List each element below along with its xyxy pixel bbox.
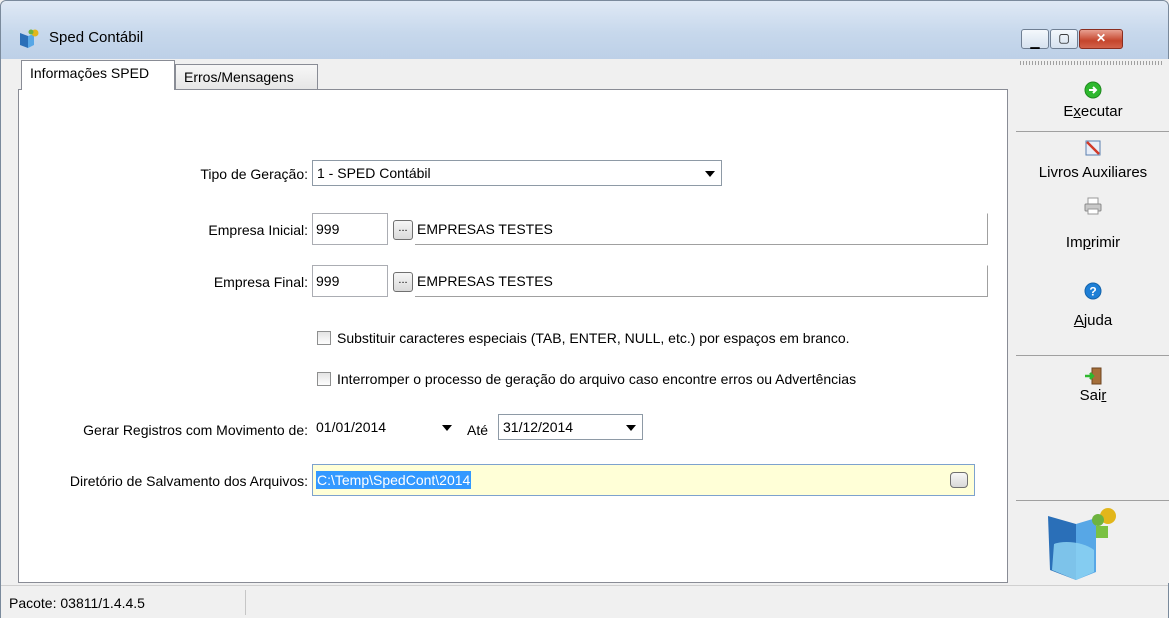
browse-folder-button[interactable] xyxy=(950,472,968,488)
tab-erros-mensagens[interactable]: Erros/Mensagens xyxy=(175,64,318,90)
imprimir-label: Imprimir xyxy=(1065,234,1121,251)
tipo-geracao-value: 1 - SPED Contábil xyxy=(317,165,431,181)
substituir-label[interactable]: Substituir caracteres especiais (TAB, EN… xyxy=(337,330,850,346)
status-bar: Pacote: 03811/1.4.4.5 xyxy=(1,585,1168,618)
status-pacote: Pacote: 03811/1.4.4.5 xyxy=(6,590,246,615)
minimize-icon: ▁ xyxy=(1030,35,1040,49)
diretorio-input[interactable]: C:\Temp\SpedCont\2014 xyxy=(312,464,975,496)
sair-label: Sair xyxy=(1079,387,1107,404)
interromper-checkbox[interactable] xyxy=(317,372,331,386)
data-inicio-value: 01/01/2014 xyxy=(316,419,387,435)
tipo-geracao-select[interactable]: 1 - SPED Contábil xyxy=(312,160,722,186)
empresa-final-lookup-button[interactable]: ... xyxy=(393,272,413,292)
diretorio-label: Diretório de Salvamento dos Arquivos: xyxy=(69,473,308,489)
ate-label: Até xyxy=(467,422,489,438)
data-fim-picker[interactable]: 31/12/2014 xyxy=(498,414,643,440)
window-title: Sped Contábil xyxy=(49,29,144,46)
imprimir-button[interactable]: Imprimir xyxy=(1016,196,1169,251)
ajuda-button[interactable]: ? Ajuda xyxy=(1016,282,1169,329)
interromper-label[interactable]: Interromper o processo de geração do arq… xyxy=(337,371,856,387)
main-window: Sped Contábil ▁ ▢ ✕ Informações SPED Err… xyxy=(0,0,1169,618)
sair-button[interactable]: Sair xyxy=(1016,366,1169,404)
company-logo xyxy=(1048,508,1116,580)
livros-auxiliares-button[interactable]: Livros Auxiliares xyxy=(1016,139,1169,181)
diretorio-value: C:\Temp\SpedCont\2014 xyxy=(316,471,472,489)
empresa-inicial-lookup-button[interactable]: ... xyxy=(393,220,413,240)
empresa-inicial-input[interactable]: 999 xyxy=(312,213,388,245)
app-logo-icon xyxy=(20,29,39,48)
data-fim-dropdown-icon[interactable] xyxy=(626,425,636,431)
maximize-icon: ▢ xyxy=(1058,31,1070,45)
tipo-geracao-label: Tipo de Geração: xyxy=(200,166,308,182)
movimento-label: Gerar Registros com Movimento de: xyxy=(83,422,308,438)
printer-icon xyxy=(1084,197,1102,215)
close-button[interactable]: ✕ xyxy=(1079,29,1123,49)
svg-text:?: ? xyxy=(1089,285,1096,299)
maximize-button[interactable]: ▢ xyxy=(1050,29,1078,49)
tab-informacoes-sped[interactable]: Informações SPED xyxy=(21,60,175,90)
ajuda-label: Ajuda xyxy=(1073,312,1113,329)
empresa-inicial-label: Empresa Inicial: xyxy=(208,222,308,238)
toolbar-separator xyxy=(1016,355,1169,356)
empresa-inicial-desc: EMPRESAS TESTES xyxy=(415,213,988,245)
substituir-checkbox[interactable] xyxy=(317,331,331,345)
empresa-final-label: Empresa Final: xyxy=(213,274,308,290)
empresa-final-desc: EMPRESAS TESTES xyxy=(415,265,988,297)
toolbar-separator xyxy=(1016,500,1169,501)
toolbar-grip[interactable] xyxy=(1020,61,1164,65)
title-bar[interactable]: Sped Contábil ▁ ▢ ✕ xyxy=(1,1,1168,59)
data-inicio-dropdown-icon[interactable] xyxy=(442,425,452,431)
empresa-final-input[interactable]: 999 xyxy=(312,265,388,297)
help-icon: ? xyxy=(1084,282,1102,300)
minimize-button[interactable]: ▁ xyxy=(1021,29,1049,49)
data-fim-value: 31/12/2014 xyxy=(503,419,574,435)
executar-button[interactable]: Executar xyxy=(1016,81,1169,120)
close-icon: ✕ xyxy=(1095,31,1107,45)
books-icon xyxy=(1085,140,1101,156)
data-inicio-picker[interactable]: 01/01/2014 xyxy=(312,415,458,441)
livros-label: Livros Auxiliares xyxy=(1038,164,1148,181)
execute-icon xyxy=(1084,81,1102,99)
side-toolbar: Executar Livros Auxiliares Imprimir ? Aj xyxy=(1016,59,1169,583)
toolbar-separator xyxy=(1016,131,1169,132)
dropdown-arrow-icon xyxy=(705,171,715,177)
executar-label: Executar xyxy=(1063,103,1123,120)
exit-icon xyxy=(1085,367,1102,385)
